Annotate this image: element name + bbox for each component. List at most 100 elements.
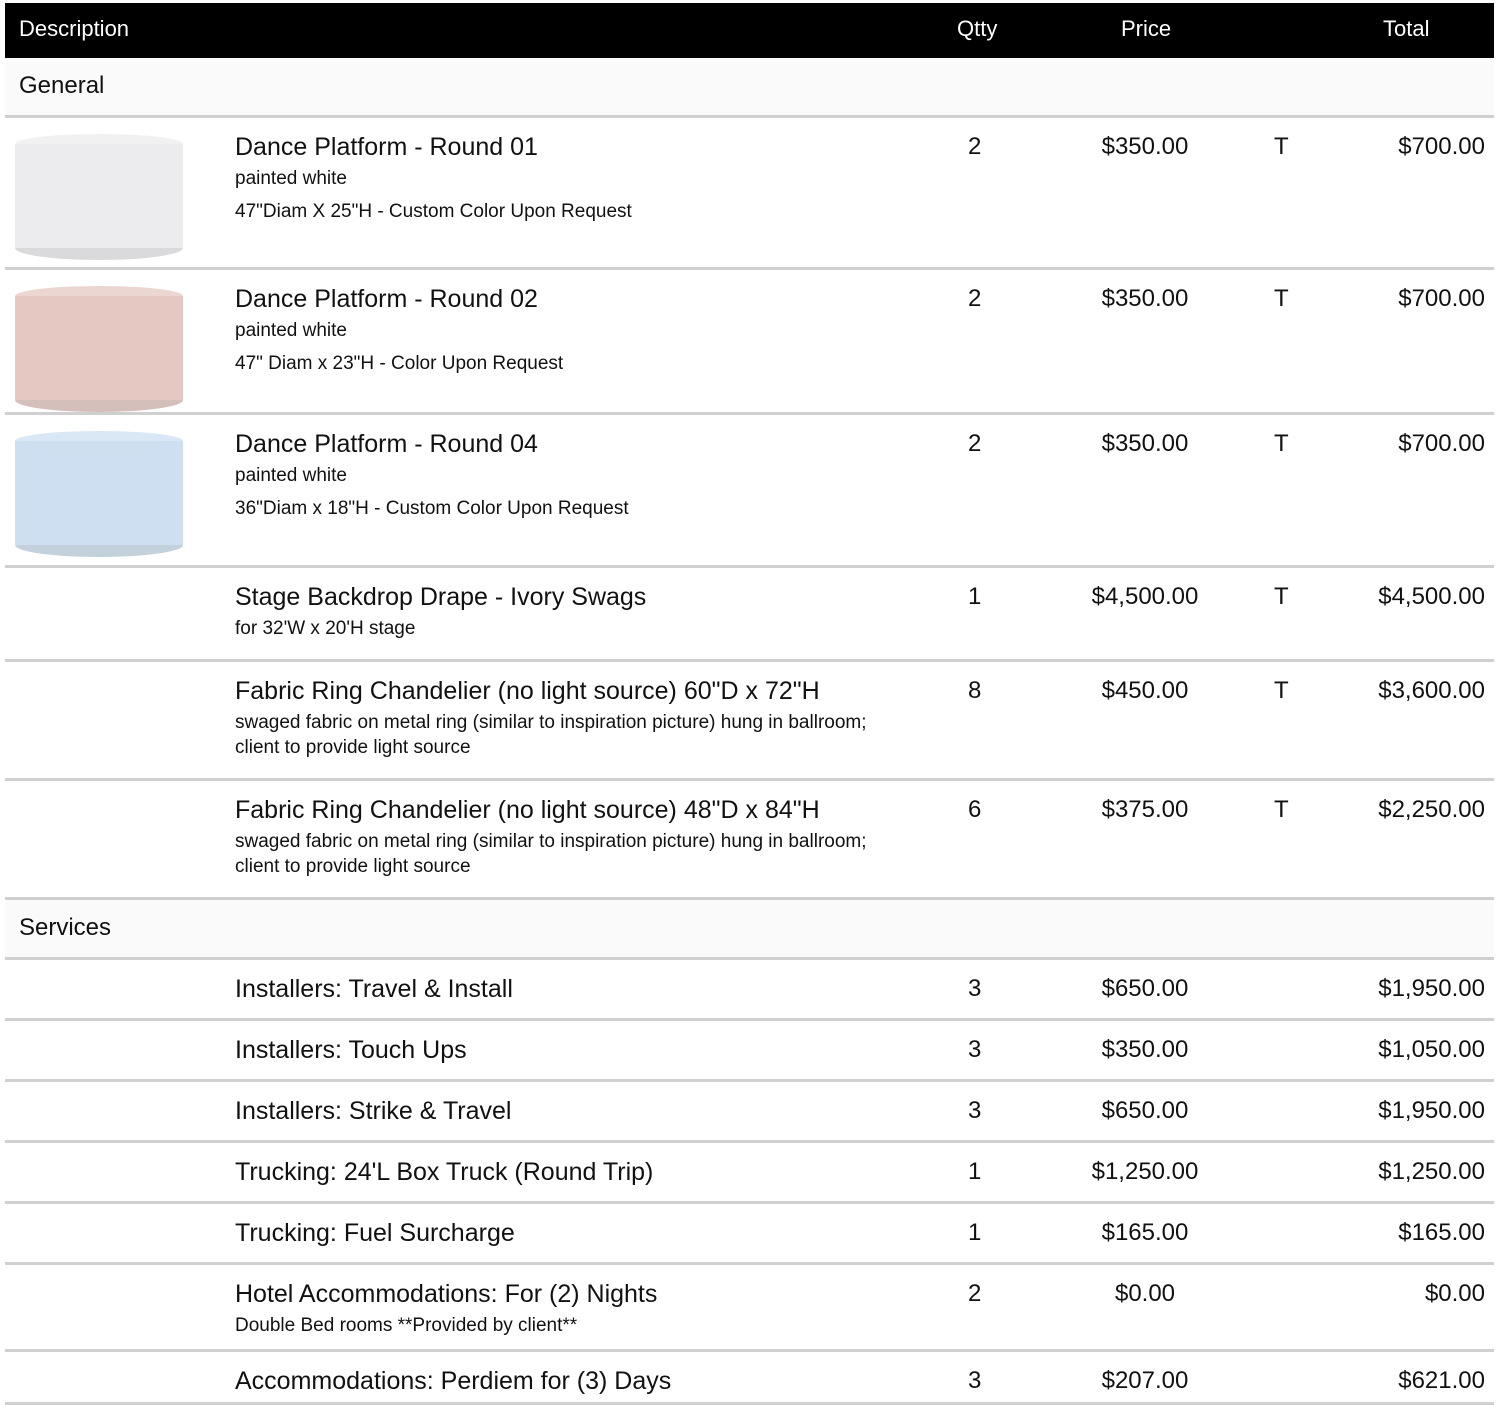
item-qty: 2: [968, 133, 982, 160]
table-row: Installers: Travel & Install 3 $650.00 $1,9…: [5, 960, 1494, 1021]
item-description: Installers: Touch Ups: [235, 1035, 874, 1065]
item-price: $350.00: [1101, 430, 1189, 457]
item-price: $1,250.00: [1091, 1158, 1199, 1185]
item-tax-flag: T: [1274, 430, 1289, 457]
item-detail: painted white: [235, 320, 347, 341]
item-price: $165.00: [1101, 1219, 1189, 1246]
table-body: General Dance Platform - Round 01 painted …: [5, 58, 1494, 1405]
item-description: Installers: Travel & Install: [235, 974, 874, 1004]
item-total: $1,250.00: [1378, 1158, 1485, 1185]
item-total: $0.00: [1424, 1280, 1485, 1307]
item-title: Installers: Strike & Travel: [235, 1097, 512, 1125]
item-price: $650.00: [1101, 1097, 1189, 1124]
table-row: Dance Platform - Round 01 painted white 47…: [5, 118, 1494, 270]
item-qty: 1: [968, 1158, 982, 1185]
item-description: Fabric Ring Chandelier (no light source)…: [235, 795, 874, 879]
item-description: Hotel Accommodations: For (2) Nights Doub…: [235, 1279, 874, 1338]
item-qty: 3: [968, 975, 982, 1002]
table-row: Fabric Ring Chandelier (no light source)…: [5, 781, 1494, 900]
item-price: $650.00: [1101, 975, 1189, 1002]
item-detail: 36"Diam x 18"H - Custom Color Upon Reque…: [235, 498, 629, 519]
item-price: $0.00: [1114, 1280, 1176, 1307]
item-qty: 3: [968, 1367, 982, 1394]
item-tax-flag: T: [1274, 133, 1289, 160]
item-price: $375.00: [1101, 796, 1189, 823]
section-header: Services: [5, 900, 1494, 960]
item-total: $1,950.00: [1378, 1097, 1485, 1124]
item-price: $350.00: [1101, 133, 1189, 160]
item-total: $700.00: [1398, 285, 1485, 312]
section-label: General: [19, 72, 105, 99]
item-description: Stage Backdrop Drape - Ivory Swags for 32…: [235, 582, 874, 641]
item-title: Installers: Touch Ups: [235, 1036, 467, 1064]
item-price: $350.00: [1101, 285, 1189, 312]
header-qty: Qtty: [957, 16, 998, 41]
item-qty: 3: [968, 1097, 982, 1124]
table-header: Description Qtty Price Total: [5, 3, 1494, 58]
table-row: Installers: Touch Ups 3 $350.00 $1,050.00: [5, 1021, 1494, 1082]
item-total: $3,600.00: [1378, 677, 1485, 704]
item-detail: painted white: [235, 465, 347, 486]
pink-round-platform-icon: [15, 286, 183, 412]
item-qty: 8: [968, 677, 982, 704]
item-qty: 2: [968, 1280, 982, 1307]
item-detail: swaged fabric on metal ring (similar to …: [235, 831, 867, 877]
item-title: Fabric Ring Chandelier (no light source)…: [235, 796, 820, 824]
item-tax-flag: T: [1274, 677, 1289, 704]
item-title: Accommodations: Perdiem for (3) Days: [235, 1367, 672, 1395]
item-description: Accommodations: Perdiem for (3) Days: [235, 1366, 874, 1396]
item-total: $700.00: [1398, 430, 1485, 457]
header-total: Total: [1383, 16, 1430, 41]
item-description: Trucking: Fuel Surcharge: [235, 1218, 874, 1248]
table-row: Dance Platform - Round 04 painted white 36…: [5, 415, 1494, 568]
item-qty: 2: [968, 430, 982, 457]
item-price: $207.00: [1101, 1367, 1189, 1394]
item-description: Trucking: 24'L Box Truck (Round Trip): [235, 1157, 874, 1187]
table-row: Accommodations: Perdiem for (3) Days 3 $20…: [5, 1352, 1494, 1405]
table-row: Stage Backdrop Drape - Ivory Swags for 32…: [5, 568, 1494, 662]
item-total: $1,050.00: [1378, 1036, 1485, 1063]
table-row: Installers: Strike & Travel 3 $650.00 $1,95…: [5, 1082, 1494, 1143]
item-tax-flag: T: [1274, 583, 1289, 610]
item-total: $700.00: [1398, 133, 1485, 160]
header-description: Description: [19, 16, 130, 41]
item-description: Installers: Strike & Travel: [235, 1096, 874, 1126]
item-title: Dance Platform - Round 02: [235, 285, 538, 313]
item-title: Trucking: 24'L Box Truck (Round Trip): [235, 1158, 654, 1186]
item-detail: 47" Diam x 23"H - Color Upon Request: [235, 353, 564, 374]
item-price: $4,500.00: [1091, 583, 1199, 610]
item-description: Dance Platform - Round 04 painted white 36…: [235, 429, 874, 521]
white-round-platform-icon: [15, 134, 183, 260]
item-qty: 6: [968, 796, 982, 823]
item-description: Dance Platform - Round 01 painted white 47…: [235, 132, 874, 224]
item-title: Hotel Accommodations: For (2) Nights: [235, 1280, 658, 1308]
item-detail: swaged fabric on metal ring (similar to …: [235, 712, 867, 758]
item-detail: painted white: [235, 168, 347, 189]
item-price: $450.00: [1101, 677, 1189, 704]
quote-table: Description Qtty Price Total General Danc…: [5, 3, 1494, 1405]
blue-round-platform-icon: [15, 431, 183, 557]
item-description: Dance Platform - Round 02 painted white 47…: [235, 284, 874, 376]
section-header: General: [5, 58, 1494, 118]
item-total: $4,500.00: [1378, 583, 1485, 610]
item-title: Installers: Travel & Install: [235, 975, 513, 1003]
item-price: $350.00: [1101, 1036, 1189, 1063]
table-row: Trucking: 24'L Box Truck (Round Trip) 1 $1…: [5, 1143, 1494, 1204]
table-row: Trucking: Fuel Surcharge 1 $165.00 $165.00: [5, 1204, 1494, 1265]
table-row: Dance Platform - Round 02 painted white 47…: [5, 270, 1494, 415]
item-title: Dance Platform - Round 04: [235, 430, 538, 458]
item-title: Fabric Ring Chandelier (no light source)…: [235, 677, 820, 705]
item-detail: 47"Diam X 25"H - Custom Color Upon Reque…: [235, 201, 632, 222]
header-price: Price: [1121, 16, 1172, 41]
item-tax-flag: T: [1274, 796, 1289, 823]
item-detail: Double Bed rooms **Provided by client**: [235, 1315, 578, 1336]
item-total: $621.00: [1398, 1367, 1485, 1394]
item-total: $2,250.00: [1378, 796, 1485, 823]
item-title: Trucking: Fuel Surcharge: [235, 1219, 515, 1247]
item-description: Fabric Ring Chandelier (no light source)…: [235, 676, 874, 760]
item-qty: 3: [968, 1036, 982, 1063]
item-detail: for 32'W x 20'H stage: [235, 618, 416, 639]
item-tax-flag: T: [1274, 285, 1289, 312]
item-title: Dance Platform - Round 01: [235, 133, 538, 161]
item-total: $165.00: [1398, 1219, 1485, 1246]
